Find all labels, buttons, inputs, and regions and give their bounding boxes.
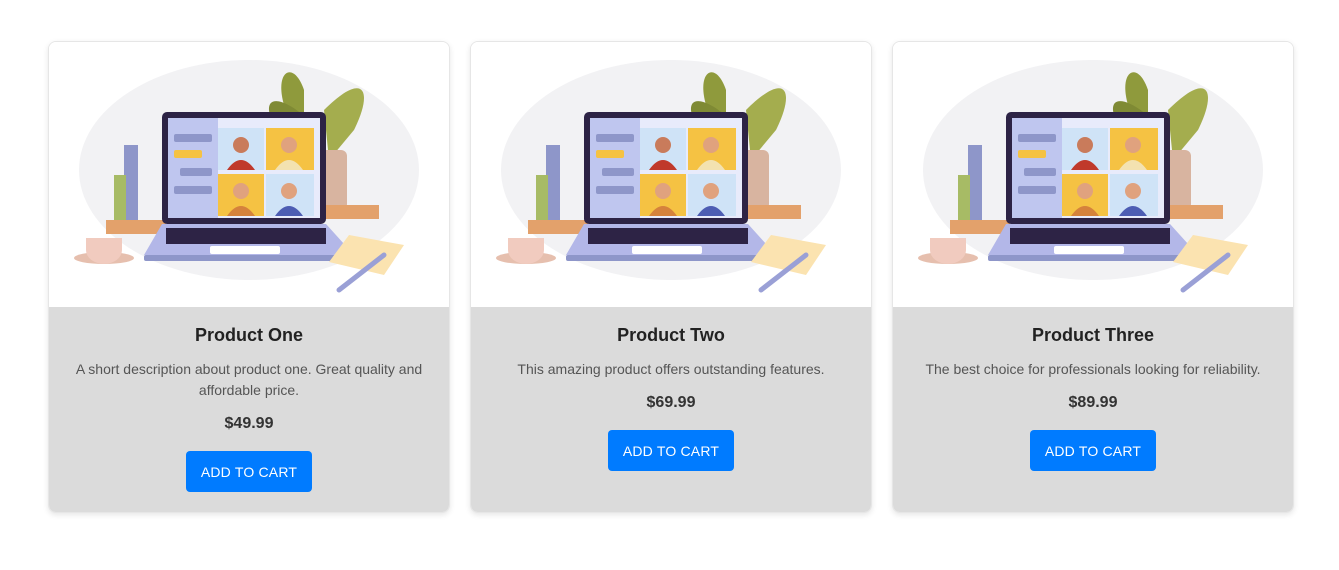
add-to-cart-button[interactable]: ADD TO CART	[607, 430, 735, 471]
product-description: The best choice for professionals lookin…	[925, 361, 1261, 377]
product-price: $49.99	[224, 415, 274, 432]
card-body: Product Three The best choice for profes…	[893, 307, 1293, 512]
card-body: Product Two This amazing product offers …	[471, 307, 871, 512]
product-image	[893, 42, 1293, 307]
laptop-video-call-illustration	[496, 59, 841, 292]
product-grid: Product One A short description about pr…	[48, 41, 1294, 513]
product-price: $69.99	[646, 394, 696, 411]
laptop-video-call-illustration	[74, 59, 419, 292]
product-title: Product Two	[617, 325, 725, 345]
product-card: Product Three The best choice for profes…	[892, 41, 1294, 513]
add-to-cart-button[interactable]: ADD TO CART	[185, 451, 313, 492]
product-title: Product Three	[1031, 325, 1155, 345]
product-card: Product Two This amazing product offers …	[470, 41, 872, 513]
laptop-video-call-illustration	[918, 59, 1263, 292]
product-image	[49, 42, 449, 307]
product-price: $89.99	[1068, 394, 1118, 411]
product-description: A short description about product one. G…	[75, 361, 423, 398]
add-to-cart-button[interactable]: ADD TO CART	[1029, 430, 1157, 471]
product-image	[471, 42, 871, 307]
product-card: Product One A short description about pr…	[48, 41, 450, 513]
product-description: This amazing product offers outstanding …	[517, 361, 825, 377]
card-body: Product One A short description about pr…	[49, 307, 449, 512]
product-title: Product One	[194, 325, 303, 345]
